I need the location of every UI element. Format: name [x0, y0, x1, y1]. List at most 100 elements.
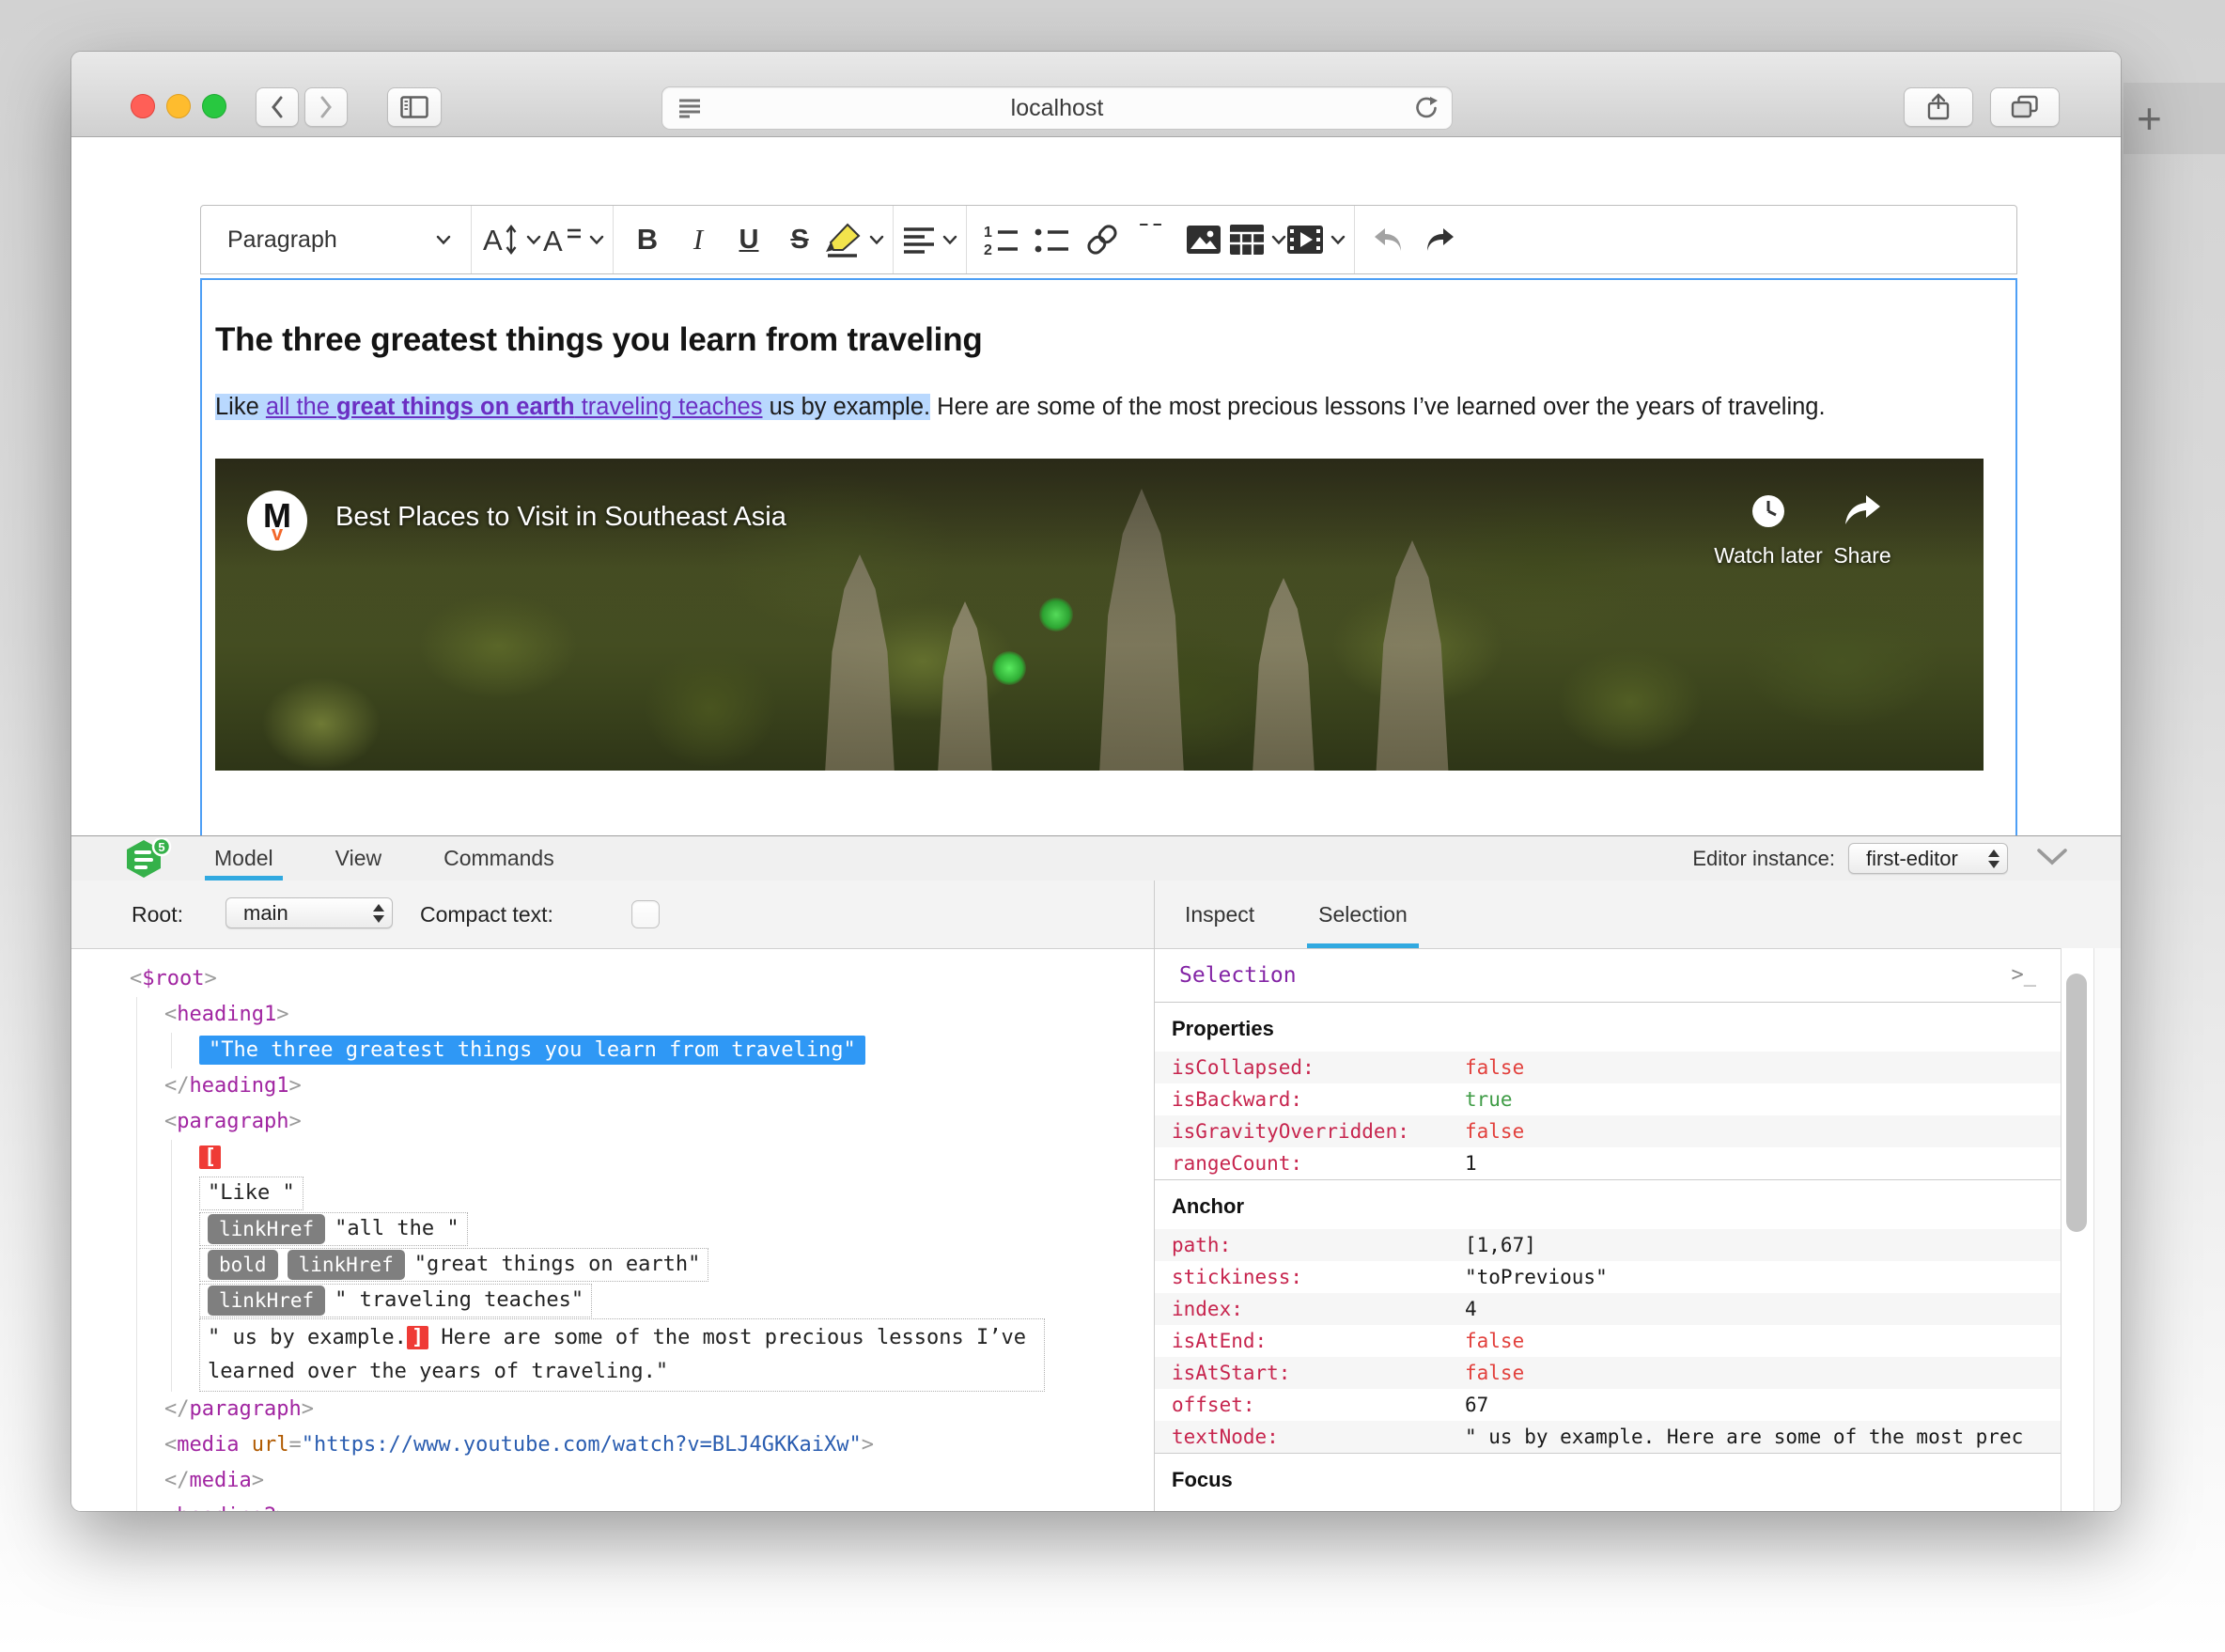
tree-node-media-close[interactable]: </media>	[164, 1463, 1154, 1499]
video-title[interactable]: Best Places to Visit in Southeast Asia	[335, 502, 786, 533]
toolbar-separator	[471, 206, 472, 273]
tree-node-paragraph-open[interactable]: <paragraph>	[164, 1104, 1154, 1140]
insert-image-button[interactable]	[1178, 211, 1229, 268]
toolbar-separator	[1354, 206, 1355, 273]
redo-button[interactable]	[1414, 211, 1465, 268]
attribute-chip-linkhref: linkHref	[208, 1214, 326, 1244]
link-icon	[1087, 225, 1117, 255]
paragraph-text: Here are some of the most precious lesso…	[930, 394, 1826, 420]
toolbar-separator	[966, 206, 967, 273]
insert-table-button[interactable]	[1229, 211, 1286, 268]
forward-icon	[318, 95, 335, 119]
font-family-button[interactable]: A	[541, 211, 604, 268]
tree-node-heading1-open[interactable]: <heading1>	[164, 997, 1154, 1033]
heading-dropdown-label: Paragraph	[227, 226, 337, 253]
tab-model[interactable]: Model	[205, 836, 283, 881]
strikethrough-button[interactable]: S	[774, 211, 825, 268]
youtube-embed[interactable]: M v Best Places to Visit in Southeast As…	[215, 459, 1984, 771]
undo-icon	[1375, 228, 1401, 251]
link-text[interactable]: traveling teaches	[574, 394, 763, 420]
toolbar-separator	[893, 206, 894, 273]
editor-instance-select[interactable]: first-editor	[1848, 843, 2008, 874]
share-button[interactable]	[1904, 87, 1973, 127]
inspector-header: 5 Model View Commands Editor instance: f…	[71, 836, 2121, 881]
property-row: stickiness: "toPrevious"	[1172, 1266, 1608, 1288]
tree-text-node[interactable]: bold linkHref "great things on earth"	[199, 1247, 1154, 1283]
link-button[interactable]	[1077, 211, 1128, 268]
italic-button[interactable]: I	[673, 211, 724, 268]
tab-commands[interactable]: Commands	[434, 836, 564, 881]
new-tab-plus-icon[interactable]: +	[2137, 93, 2162, 144]
close-window-button[interactable]	[131, 94, 155, 118]
tree-text-node[interactable]: linkHref "all the "	[199, 1211, 1154, 1247]
zoom-window-button[interactable]	[202, 94, 226, 118]
channel-avatar[interactable]: M v	[247, 491, 307, 551]
chevron-down-icon	[1330, 235, 1346, 245]
select-arrows-icon	[1988, 849, 1999, 868]
inspector-tabs: Model View Commands	[205, 836, 564, 881]
back-button[interactable]	[256, 87, 299, 127]
property-row: rangeCount: 1	[1172, 1152, 1477, 1175]
refresh-icon[interactable]	[1414, 96, 1439, 120]
scrollbar-thumb[interactable]	[2066, 974, 2087, 1232]
url-text: localhost	[1010, 95, 1104, 121]
console-log-icon[interactable]: >_	[2012, 963, 2037, 987]
tree-node-media-open[interactable]: <media url="https://www.youtube.com/watc…	[164, 1427, 1154, 1463]
font-size-button[interactable]: A	[480, 211, 541, 268]
table-icon	[1230, 225, 1264, 255]
ckeditor-logo-icon: 5	[124, 838, 173, 880]
link-text[interactable]: all the	[265, 394, 337, 420]
property-row: isGravityOverridden: false	[1155, 1115, 2061, 1147]
sidebar-toggle-button[interactable]	[387, 87, 442, 127]
tab-selection[interactable]: Selection	[1307, 881, 1419, 948]
numbered-list-button[interactable]: 1 2	[975, 211, 1026, 268]
tree-text-node[interactable]: linkHref " traveling teaches"	[199, 1283, 1154, 1318]
selection-panel-title: Selection	[1179, 962, 1297, 988]
collapse-inspector-chevron-icon[interactable]	[2036, 848, 2068, 866]
block-quote-button[interactable]: “	[1128, 211, 1178, 268]
tab-view[interactable]: View	[326, 836, 391, 881]
link-text-bold[interactable]: great things on earth	[336, 394, 575, 420]
bulleted-list-icon	[1035, 228, 1068, 253]
bold-button[interactable]: B	[622, 211, 673, 268]
editor-instance-control: Editor instance: first-editor	[1692, 836, 2008, 881]
underline-button[interactable]: U	[724, 211, 774, 268]
root-label: Root:	[132, 901, 183, 927]
undo-button[interactable]	[1363, 211, 1414, 268]
compact-text-checkbox[interactable]	[631, 900, 660, 928]
tree-text-node[interactable]: "Like "	[199, 1176, 1154, 1211]
svg-text:2: 2	[984, 242, 992, 257]
tab-inspect[interactable]: Inspect	[1174, 881, 1266, 948]
chevron-down-icon	[526, 235, 541, 245]
media-icon	[1287, 226, 1323, 254]
chevron-down-icon	[1271, 235, 1286, 245]
tree-node-heading1-close[interactable]: </heading1>	[164, 1068, 1154, 1104]
bulleted-list-button[interactable]	[1026, 211, 1077, 268]
tree-node-heading-text-selected[interactable]: "The three greatest things you learn fro…	[199, 1033, 1154, 1068]
highlight-button[interactable]	[825, 211, 884, 268]
tree-node-heading2-open[interactable]: <heading2>	[164, 1499, 1154, 1511]
selection-end-marker: ]	[406, 1326, 429, 1349]
compact-text-label: Compact text:	[420, 901, 553, 927]
alignment-button[interactable]	[902, 211, 957, 268]
media-embed-button[interactable]	[1286, 211, 1346, 268]
video-share-button[interactable]: Share	[1792, 492, 1933, 569]
svg-text:1: 1	[984, 225, 992, 241]
root-select[interactable]: main	[226, 897, 393, 928]
tree-node-root[interactable]: <$root>	[130, 961, 1154, 997]
share-icon	[1926, 93, 1951, 121]
tab-overview-button[interactable]	[1990, 87, 2060, 127]
tree-node-paragraph-close[interactable]: </paragraph>	[164, 1392, 1154, 1427]
heading-dropdown[interactable]: Paragraph	[216, 211, 462, 268]
tree-text-node[interactable]: " us by example.] Here are some of the m…	[199, 1318, 1154, 1392]
document-paragraph: Like all the great things on earth trave…	[215, 390, 2002, 425]
editor-content[interactable]: The three greatest things you learn from…	[200, 278, 2017, 861]
numbered-list-icon: 1 2	[984, 225, 1018, 257]
address-bar[interactable]: localhost	[661, 86, 1453, 130]
minimize-window-button[interactable]	[166, 94, 191, 118]
panel-tabs: Inspect Selection	[1154, 881, 2121, 948]
panel-scrollbar[interactable]	[2061, 948, 2094, 1511]
font-family-icon: A	[543, 225, 581, 257]
back-icon	[269, 95, 286, 119]
forward-button[interactable]	[304, 87, 348, 127]
